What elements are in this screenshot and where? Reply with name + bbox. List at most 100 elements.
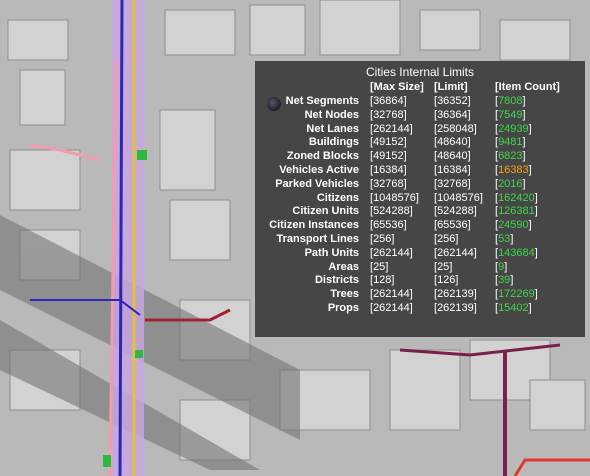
item-count-cell: [24590] [495, 219, 532, 232]
row-name: Net Segments [285, 95, 359, 107]
table-row: Net Lanes [262144] [258048] [24939] [255, 122, 585, 136]
header-item-count: [Item Count] [495, 81, 560, 93]
row-name: Districts [314, 274, 359, 287]
row-name: Net Lanes [306, 122, 359, 135]
item-count-cell: [162420] [495, 191, 538, 204]
item-count-value: 172269 [498, 288, 535, 301]
limit-value: 262139 [437, 288, 474, 301]
limit-cell: [48640] [434, 136, 471, 149]
table-row: Districts [128] [126] [39] [255, 273, 585, 287]
max-size-value: 32768 [373, 108, 404, 121]
max-size-cell: [262144] [370, 288, 413, 301]
limit-value: 48640 [437, 136, 468, 149]
panel-title: Cities Internal Limits [365, 65, 475, 79]
table-row: Net Nodes [32768] [36364] [7549] [255, 108, 585, 122]
limit-cell: [25] [434, 260, 453, 273]
max-size-cell: [262144] [370, 302, 413, 314]
table-row: Vehicles Active [16384] [16384] [16383] [255, 163, 585, 177]
limit-value: 25 [437, 260, 450, 273]
max-size-cell: [32768] [370, 108, 407, 121]
item-count-cell: [15402] [495, 302, 532, 314]
max-size-cell: [262144] [370, 246, 413, 259]
item-count-cell: [6823] [495, 150, 526, 163]
row-name: Parked Vehicles [275, 177, 359, 190]
max-size-cell: [524288] [370, 205, 413, 218]
limit-cell: [36352] [434, 95, 471, 107]
item-count-cell: [39] [495, 274, 514, 287]
max-size-cell: [262144] [370, 122, 413, 135]
item-count-cell: [143684] [495, 246, 538, 259]
limit-value: 258048 [437, 122, 474, 135]
item-count-value: 2016 [498, 177, 523, 190]
limit-cell: [65536] [434, 219, 471, 232]
table-row: Props [262144] [262139] [15402] [255, 301, 585, 315]
limit-value: 48640 [437, 150, 468, 163]
max-size-cell: [256] [370, 233, 395, 245]
table-row: Citizens [1048576] [1048576] [162420] [255, 191, 585, 205]
row-name: Buildings [308, 136, 359, 149]
table-row: Parked Vehicles [32768] [32768] [2016] [255, 177, 585, 191]
item-count-cell: [53] [495, 233, 514, 245]
max-size-value: 262144 [373, 288, 410, 301]
max-size-value: 262144 [373, 122, 410, 135]
limit-cell: [258048] [434, 122, 477, 135]
max-size-value: 49152 [373, 136, 404, 149]
max-size-cell: [49152] [370, 150, 407, 163]
max-size-value: 36864 [373, 95, 404, 107]
max-size-value: 128 [373, 274, 392, 287]
row-name: Vehicles Active [279, 164, 359, 176]
row-name: Trees [330, 288, 359, 301]
item-count-value: 24939 [498, 122, 529, 135]
row-name: Zoned Blocks [286, 150, 359, 163]
item-count-value: 53 [498, 233, 511, 245]
row-name: Net Nodes [304, 108, 359, 121]
max-size-value: 32768 [373, 177, 404, 190]
item-count-cell: [2016] [495, 177, 526, 190]
item-count-cell: [126381] [495, 205, 538, 218]
table-row: Zoned Blocks [49152] [48640] [6823] [255, 149, 585, 163]
max-size-cell: [128] [370, 274, 395, 287]
limit-cell: [262144] [434, 246, 477, 259]
item-count-cell: [7549] [495, 108, 526, 121]
limit-cell: [262139] [434, 302, 477, 314]
table-row: Transport Lines [256] [256] [53] [255, 232, 585, 246]
limit-value: 65536 [437, 219, 468, 232]
limit-cell: [1048576] [434, 191, 483, 204]
header-max-size: [Max Size] [370, 81, 424, 93]
max-size-cell: [16384] [370, 164, 407, 176]
item-count-value: 143684 [498, 246, 535, 259]
table-row: Citizen Instances [65536] [65536] [24590] [255, 218, 585, 232]
item-count-value: 7808 [498, 95, 523, 107]
limit-value: 262144 [437, 246, 474, 259]
limit-cell: [16384] [434, 164, 471, 176]
row-name: Transport Lines [276, 233, 359, 245]
row-name: Props [327, 302, 359, 314]
table-row: Net Segments [36864] [36352] [7808] [255, 94, 585, 108]
row-name: Citizen Instances [269, 219, 359, 232]
item-count-value: 39 [498, 274, 511, 287]
item-count-value: 16383 [498, 164, 529, 176]
item-count-value: 9481 [498, 136, 523, 149]
limit-cell: [126] [434, 274, 459, 287]
row-name: Areas [328, 260, 359, 273]
item-count-cell: [172269] [495, 288, 538, 301]
item-count-cell: [16383] [495, 164, 532, 176]
row-name: Citizens [316, 191, 359, 204]
item-count-cell: [9481] [495, 136, 526, 149]
limit-value: 1048576 [437, 191, 480, 204]
main-road [108, 0, 144, 476]
limit-cell: [524288] [434, 205, 477, 218]
max-size-value: 16384 [373, 164, 404, 176]
table-row: Citizen Units [524288] [524288] [126381] [255, 204, 585, 218]
limit-value: 262139 [437, 302, 474, 314]
max-size-value: 1048576 [373, 191, 416, 204]
item-count-value: 24590 [498, 219, 529, 232]
max-size-value: 25 [373, 260, 386, 273]
table-row: Path Units [262144] [262144] [143684] [255, 246, 585, 260]
table-row: Buildings [49152] [48640] [9481] [255, 135, 585, 149]
max-size-cell: [49152] [370, 136, 407, 149]
limit-value: 126 [437, 274, 456, 287]
item-count-value: 7549 [498, 108, 523, 121]
max-size-value: 65536 [373, 219, 404, 232]
limit-cell: [36364] [434, 108, 471, 121]
